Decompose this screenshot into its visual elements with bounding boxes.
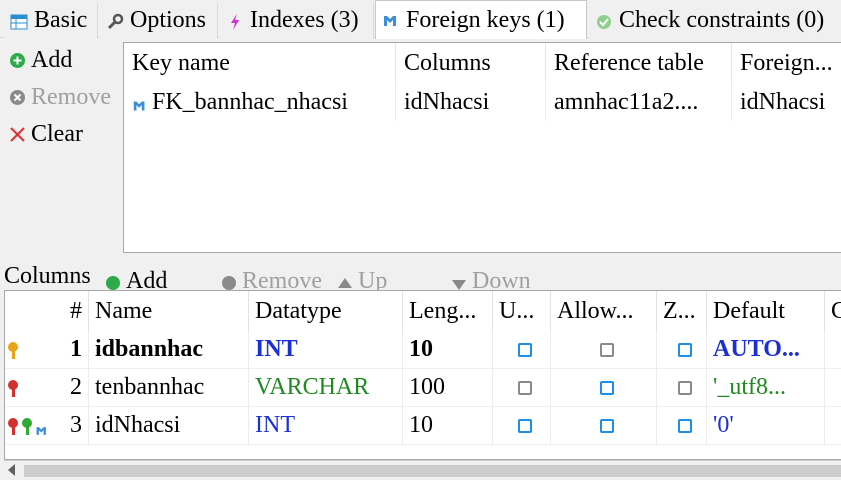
column-header-length[interactable]: Leng... [403, 291, 493, 331]
zerofill-checkbox[interactable] [677, 418, 692, 433]
column-name-cell[interactable]: idbannhac [89, 331, 249, 369]
scroll-left-icon[interactable] [8, 464, 15, 476]
tab-basic[interactable]: Basic [4, 3, 98, 38]
unsigned-cell[interactable] [493, 331, 551, 369]
column-header-reference-table[interactable]: Reference table [546, 43, 732, 83]
foreign-key-icon [382, 10, 402, 30]
zerofill-checkbox[interactable] [677, 342, 692, 357]
allow-null-cell[interactable] [551, 331, 657, 369]
column-header-allow-null[interactable]: Allow... [551, 291, 657, 331]
columns-section-label: Columns [4, 262, 91, 289]
comment-cell[interactable] [825, 407, 841, 445]
down-arrow-icon [452, 280, 466, 290]
row-number: 3 [5, 407, 89, 445]
column-header-columns[interactable]: Columns [396, 43, 546, 83]
table-icon [10, 11, 30, 31]
zerofill-checkbox[interactable] [677, 380, 692, 395]
allow-null-cell[interactable] [551, 369, 657, 407]
add-foreign-key-button[interactable]: Add [10, 44, 72, 76]
default-cell[interactable]: '_utf8... [707, 369, 825, 407]
fk-columns-cell[interactable]: idNhacsi [396, 83, 546, 121]
unsigned-checkbox[interactable] [517, 342, 532, 357]
add-column-button[interactable]: Add [106, 268, 167, 290]
unsigned-checkbox[interactable] [517, 418, 532, 433]
remove-icon [10, 89, 25, 105]
unsigned-cell[interactable] [493, 369, 551, 407]
fk-foreign-columns-cell[interactable]: idNhacsi [732, 83, 841, 121]
remove-foreign-key-button[interactable]: Remove [10, 81, 111, 113]
tab-check-constraints[interactable]: Check constraints (0) [589, 3, 841, 38]
comment-cell[interactable] [825, 369, 841, 407]
column-header-default[interactable]: Default [707, 291, 825, 331]
column-header-name[interactable]: Name [89, 291, 249, 331]
datatype-cell[interactable]: INT [249, 331, 403, 369]
scrollbar-thumb[interactable] [24, 465, 841, 477]
lightning-icon [226, 11, 246, 31]
allow-null-checkbox[interactable] [599, 380, 614, 395]
clear-label: Clear [31, 120, 83, 147]
remove-column-button[interactable]: Remove [222, 268, 322, 290]
clear-icon [10, 126, 25, 142]
tab-foreign-keys[interactable]: Foreign keys (1) [375, 0, 587, 39]
columns-grid: # Name Datatype Leng... U... Allow... Z.… [4, 290, 841, 460]
fk-key-name-cell[interactable]: FK_bannhac_nhacsi [124, 83, 396, 121]
add-label: Add [31, 46, 73, 73]
allow-null-checkbox[interactable] [599, 342, 614, 357]
row-number: 2 [5, 369, 89, 407]
column-header-key-name[interactable]: Key name [124, 43, 396, 83]
zerofill-cell[interactable] [657, 407, 707, 445]
column-name-cell[interactable]: idNhacsi [89, 407, 249, 445]
tab-label: Options [130, 7, 207, 33]
remove-icon [222, 276, 236, 290]
length-cell[interactable]: 10 [403, 407, 493, 445]
add-icon [10, 52, 25, 68]
foreign-key-icon [132, 94, 148, 111]
tab-label: Indexes (3) [250, 7, 359, 33]
move-down-button[interactable]: Down [452, 268, 531, 290]
allow-null-cell[interactable] [551, 407, 657, 445]
default-cell[interactable]: AUTO... [707, 331, 825, 369]
tab-bar: Basic Options Indexes (3) Foreign keys (… [0, 0, 841, 39]
zerofill-cell[interactable] [657, 369, 707, 407]
comment-cell[interactable] [825, 331, 841, 369]
unsigned-checkbox[interactable] [517, 380, 532, 395]
check-icon [595, 11, 615, 31]
tab-indexes[interactable]: Indexes (3) [220, 3, 374, 38]
allow-null-checkbox[interactable] [599, 418, 614, 433]
remove-label: Remove [31, 83, 111, 110]
row-number: 1 [5, 331, 89, 369]
column-header-number[interactable]: # [5, 291, 89, 331]
column-header-comment[interactable]: C [825, 291, 841, 331]
datatype-cell[interactable]: INT [249, 407, 403, 445]
wrench-icon [106, 11, 126, 31]
tab-label: Check constraints (0) [619, 7, 825, 33]
column-header-unsigned[interactable]: U... [493, 291, 551, 331]
tab-label: Foreign keys (1) [406, 6, 565, 33]
clear-foreign-keys-button[interactable]: Clear [10, 118, 83, 150]
zerofill-cell[interactable] [657, 331, 707, 369]
add-icon [106, 276, 120, 290]
columns-toolbar: Add Remove Up Down [106, 268, 546, 290]
column-header-zerofill[interactable]: Z... [657, 291, 707, 331]
column-header-foreign[interactable]: Foreign... [732, 43, 841, 83]
default-cell[interactable]: '0' [707, 407, 825, 445]
datatype-cell[interactable]: VARCHAR [249, 369, 403, 407]
up-arrow-icon [338, 278, 352, 288]
move-up-button[interactable]: Up [338, 268, 387, 290]
length-cell[interactable]: 10 [403, 331, 493, 369]
unsigned-cell[interactable] [493, 407, 551, 445]
column-name-cell[interactable]: tenbannhac [89, 369, 249, 407]
foreign-keys-grid: Key name Columns Reference table Foreign… [123, 42, 841, 253]
length-cell[interactable]: 100 [403, 369, 493, 407]
tab-options[interactable]: Options [100, 3, 218, 38]
tab-label: Basic [34, 7, 88, 33]
column-header-datatype[interactable]: Datatype [249, 291, 403, 331]
fk-reference-table-cell[interactable]: amnhac11a2.... [546, 83, 732, 121]
horizontal-scrollbar[interactable] [4, 460, 841, 480]
